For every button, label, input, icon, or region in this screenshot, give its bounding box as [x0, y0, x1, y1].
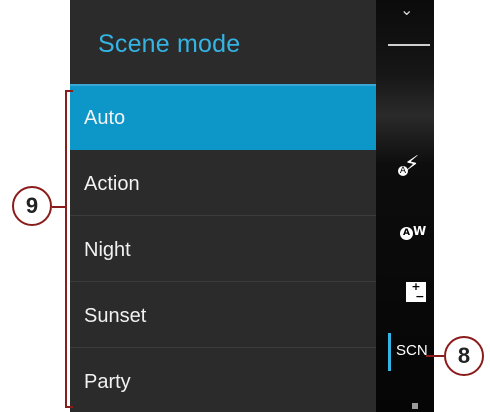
callout-8: 8: [444, 336, 484, 376]
white-balance-label: W: [413, 224, 427, 238]
menu-title: Scene mode: [98, 30, 241, 58]
callout-leader-8: [426, 355, 444, 357]
scene-item-auto[interactable]: Auto: [70, 86, 376, 150]
callout-bracket: [65, 90, 73, 408]
scene-item-label: Action: [84, 173, 140, 195]
auto-badge: A: [398, 166, 408, 176]
scene-item-label: Party: [84, 371, 131, 393]
white-balance-auto-icon[interactable]: AW: [400, 224, 426, 240]
scene-item-action[interactable]: Action: [70, 152, 376, 216]
exposure-icon[interactable]: + −: [406, 281, 426, 302]
scene-mode-menu: Scene mode Auto Action Night Sunset Part…: [70, 0, 376, 412]
scene-mode-button[interactable]: SCN: [396, 342, 428, 359]
camera-settings-sidebar: ⌄ A ⚡ AW + − SCN: [376, 0, 434, 412]
flash-auto-icon[interactable]: A ⚡: [398, 152, 419, 177]
auto-badge: A: [400, 227, 413, 240]
scene-item-label: Auto: [84, 107, 126, 129]
scene-item-night[interactable]: Night: [70, 218, 376, 282]
callout-leader-9: [52, 206, 65, 208]
callout-9: 9: [12, 186, 52, 226]
scene-item-sunset[interactable]: Sunset: [70, 284, 376, 348]
scene-item-party[interactable]: Party: [70, 350, 376, 412]
more-indicator: [412, 403, 418, 409]
chevron-down-icon[interactable]: ⌄: [400, 0, 413, 20]
scene-item-label: Night: [84, 239, 131, 261]
camera-screen: Scene mode Auto Action Night Sunset Part…: [70, 0, 434, 412]
sidebar-divider: [388, 44, 430, 46]
scene-active-indicator: [388, 333, 391, 371]
scene-item-label: Sunset: [84, 305, 147, 327]
